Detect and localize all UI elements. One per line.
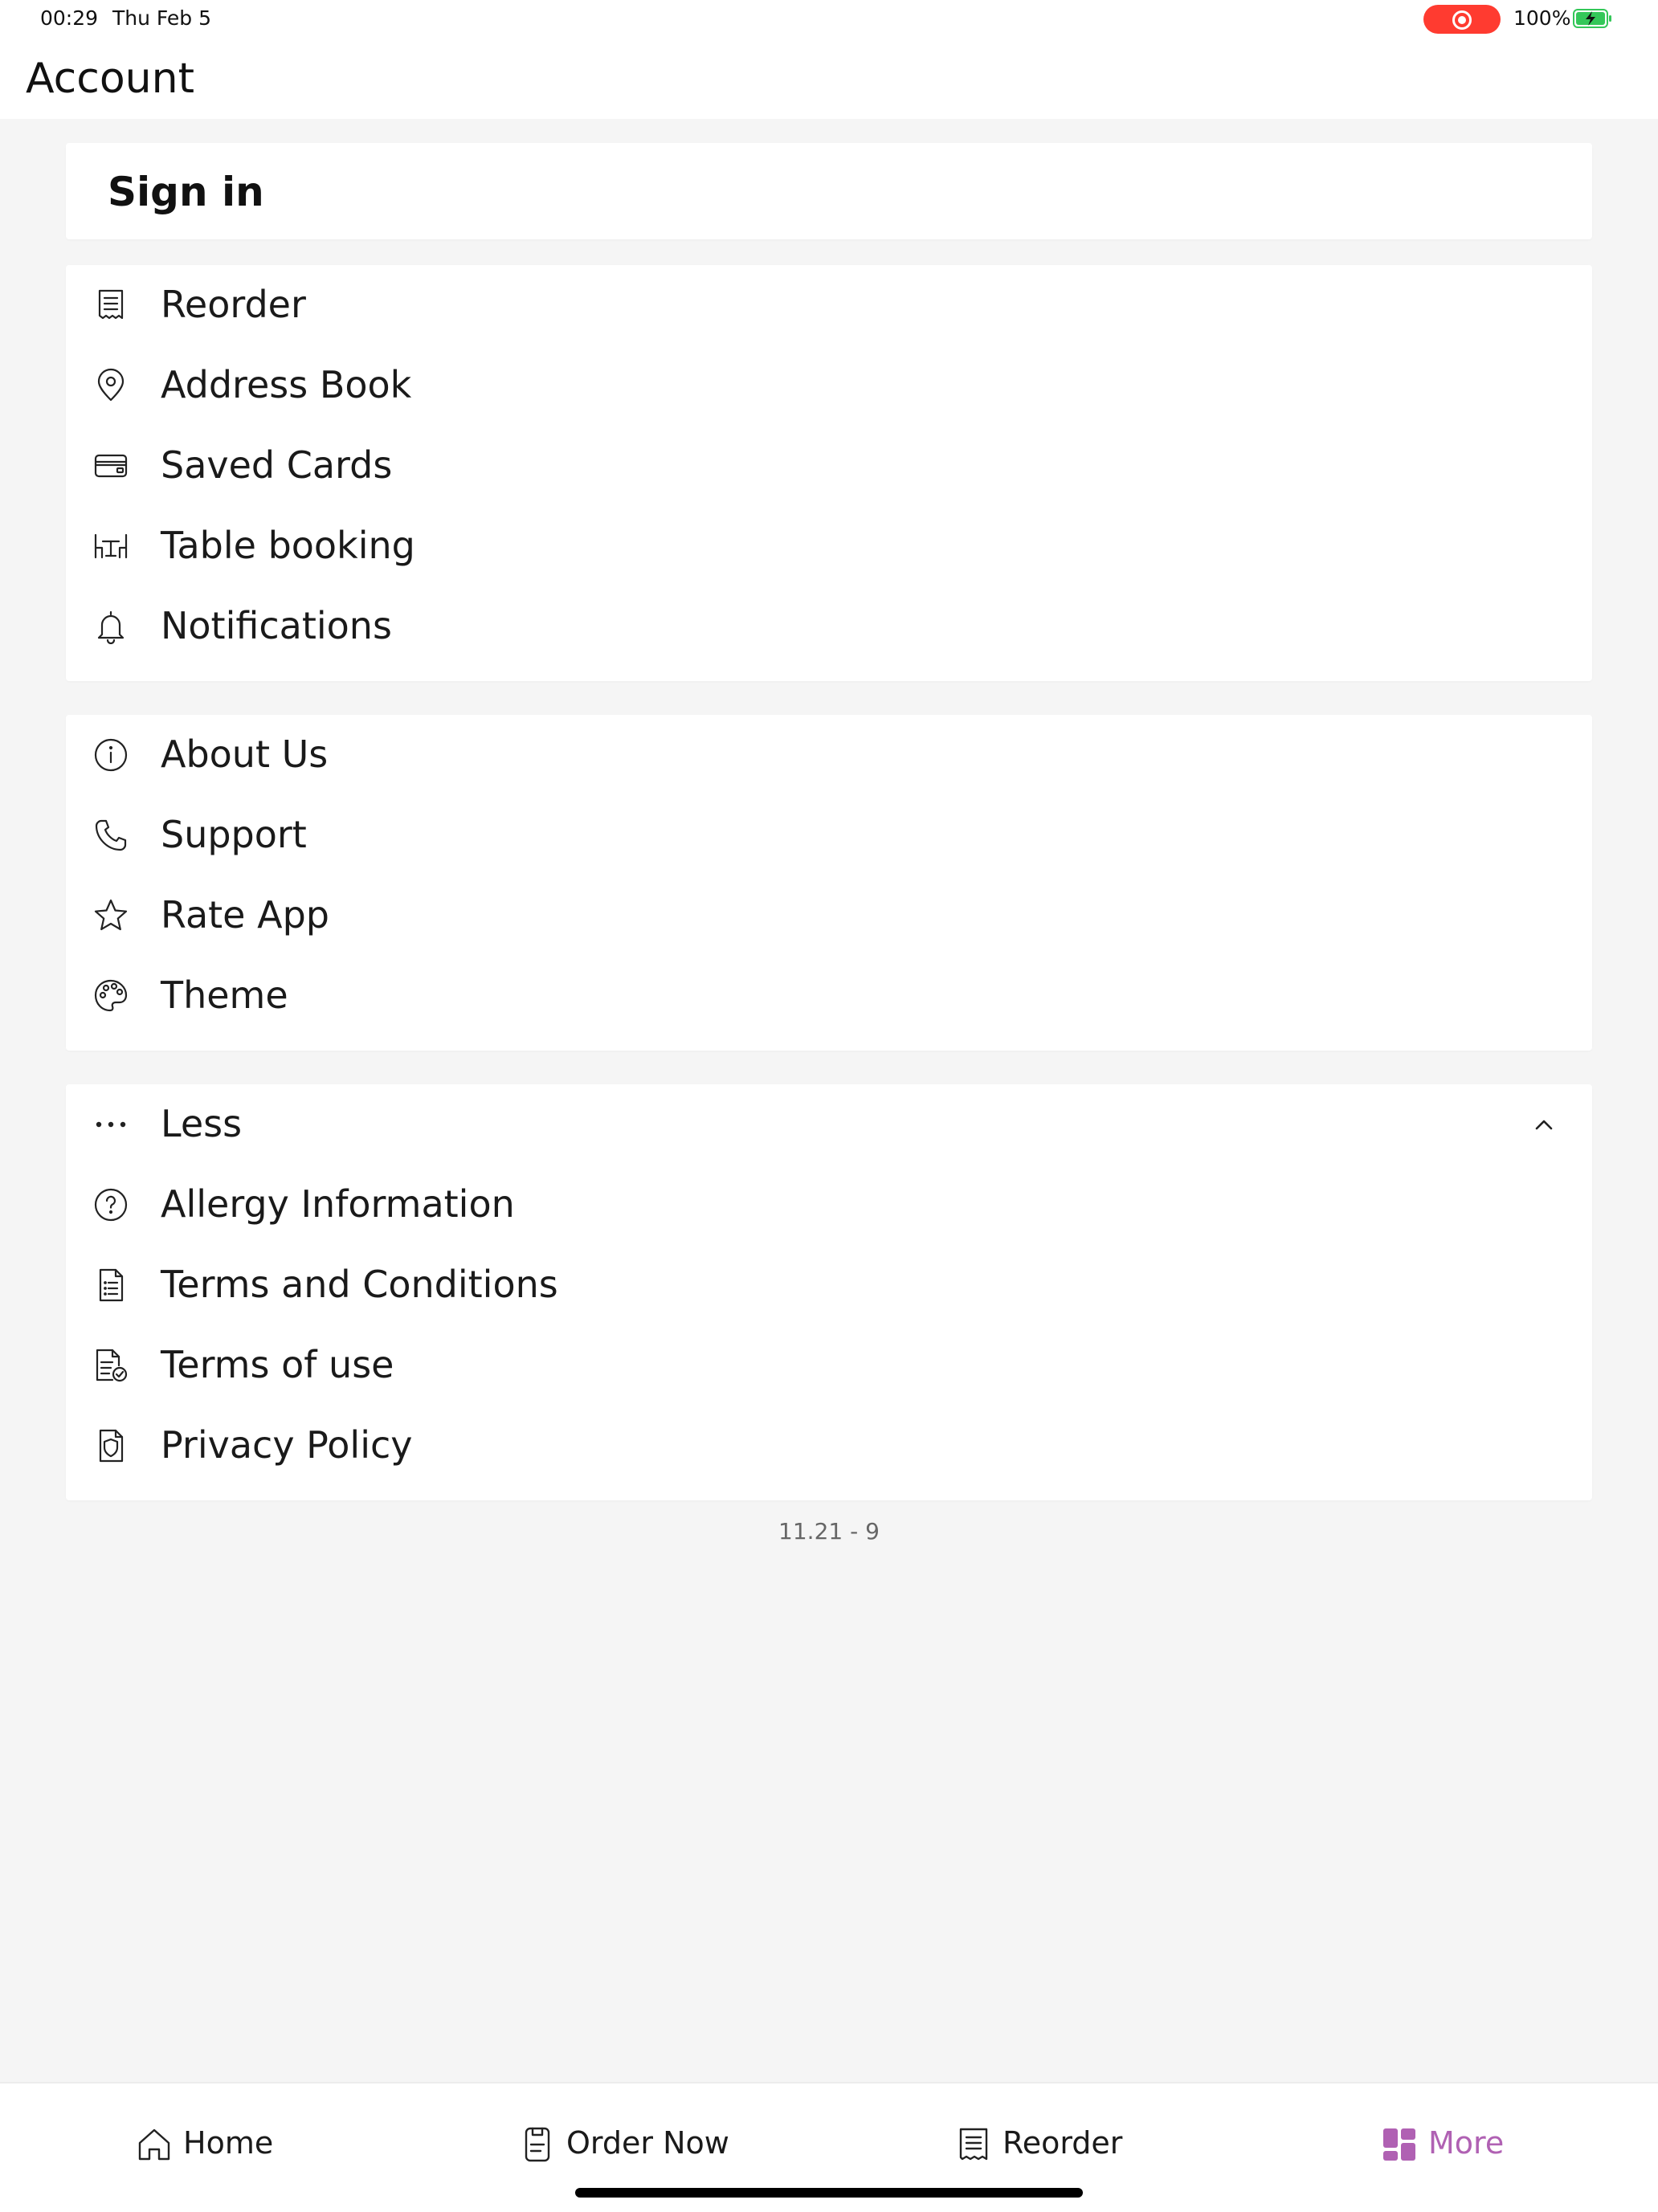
menu-item-theme[interactable]: Theme (66, 956, 1592, 1036)
menu-item-notifications[interactable]: Notifications (66, 586, 1592, 667)
menu-item-label: Address Book (161, 363, 412, 406)
chevron-up-icon[interactable] (1528, 1108, 1560, 1141)
star-icon (93, 898, 129, 933)
app-version: 11.21 - 9 (778, 1518, 880, 1545)
menu-item-label: Privacy Policy (161, 1423, 413, 1467)
page-title: Account (26, 55, 194, 103)
bell-icon (93, 609, 129, 644)
menu-item-saved-cards[interactable]: Saved Cards (66, 426, 1592, 506)
question-icon (93, 1187, 129, 1222)
menu-item-label: Terms of use (161, 1343, 394, 1386)
menu-item-label: Support (161, 813, 307, 856)
sign-in-label: Sign in (108, 169, 264, 215)
menu-item-allergy-information[interactable]: Allergy Information (66, 1165, 1592, 1245)
menu-item-label: Terms and Conditions (161, 1263, 558, 1306)
order-icon (518, 2125, 557, 2164)
tab-label: Order Now (566, 2125, 729, 2161)
screen-recording-icon[interactable] (1423, 5, 1501, 34)
phone-icon (93, 818, 129, 853)
menu-item-less-toggle[interactable]: Less (66, 1084, 1592, 1165)
home-indicator[interactable] (575, 2188, 1083, 2198)
table-icon (93, 529, 129, 564)
status-date: Thu Feb 5 (112, 6, 212, 30)
tab-label: More (1428, 2125, 1505, 2161)
battery-charging-icon (1573, 9, 1611, 28)
shield-icon (93, 1428, 129, 1463)
menu-item-address-book[interactable]: Address Book (66, 345, 1592, 426)
menu-item-label: Less (161, 1102, 243, 1145)
menu-item-terms-of-use[interactable]: Terms of use (66, 1325, 1592, 1406)
menu-item-support[interactable]: Support (66, 795, 1592, 875)
account-menu-section: Reorder Address Book Saved Cards Table b… (66, 265, 1592, 681)
info-icon (93, 737, 129, 773)
tab-more[interactable]: More (1380, 2117, 1525, 2173)
menu-item-about-us[interactable]: About Us (66, 715, 1592, 795)
sign-in-card[interactable]: Sign in (66, 143, 1592, 239)
menu-item-table-booking[interactable]: Table booking (66, 506, 1592, 586)
info-menu-section: About Us Support Rate App Theme (66, 715, 1592, 1051)
document-check-icon (93, 1348, 129, 1383)
tab-label: Reorder (1003, 2125, 1123, 2161)
tab-order-now[interactable]: Order Now (518, 2117, 743, 2173)
tab-reorder[interactable]: Reorder (954, 2117, 1139, 2173)
grid-icon (1380, 2125, 1419, 2164)
menu-item-label: Table booking (161, 524, 415, 567)
home-icon (135, 2125, 174, 2164)
menu-item-reorder[interactable]: Reorder (66, 265, 1592, 345)
menu-item-rate-app[interactable]: Rate App (66, 875, 1592, 956)
menu-item-label: Theme (161, 973, 288, 1017)
menu-item-privacy-policy[interactable]: Privacy Policy (66, 1406, 1592, 1486)
menu-item-terms-and-conditions[interactable]: Terms and Conditions (66, 1245, 1592, 1325)
status-time: 00:29 (40, 6, 99, 30)
battery-percentage: 100% (1513, 6, 1571, 30)
menu-item-label: About Us (161, 733, 329, 776)
menu-item-label: Reorder (161, 283, 306, 326)
more-dots-icon (93, 1107, 129, 1142)
credit-card-icon (93, 448, 129, 484)
legal-menu-section: Less Allergy Information Terms and Condi… (66, 1084, 1592, 1500)
menu-item-label: Allergy Information (161, 1182, 515, 1226)
location-pin-icon (93, 368, 129, 403)
menu-item-label: Rate App (161, 893, 329, 937)
tab-home[interactable]: Home (135, 2117, 280, 2173)
document-list-icon (93, 1267, 129, 1303)
menu-item-label: Saved Cards (161, 443, 393, 487)
menu-item-label: Notifications (161, 604, 392, 647)
tab-label: Home (183, 2125, 274, 2161)
receipt-icon (954, 2125, 993, 2164)
status-bar: 00:29 Thu Feb 5 100% (0, 0, 1658, 39)
receipt-icon (93, 288, 129, 323)
app-header: Account (0, 39, 1658, 119)
palette-icon (93, 978, 129, 1014)
